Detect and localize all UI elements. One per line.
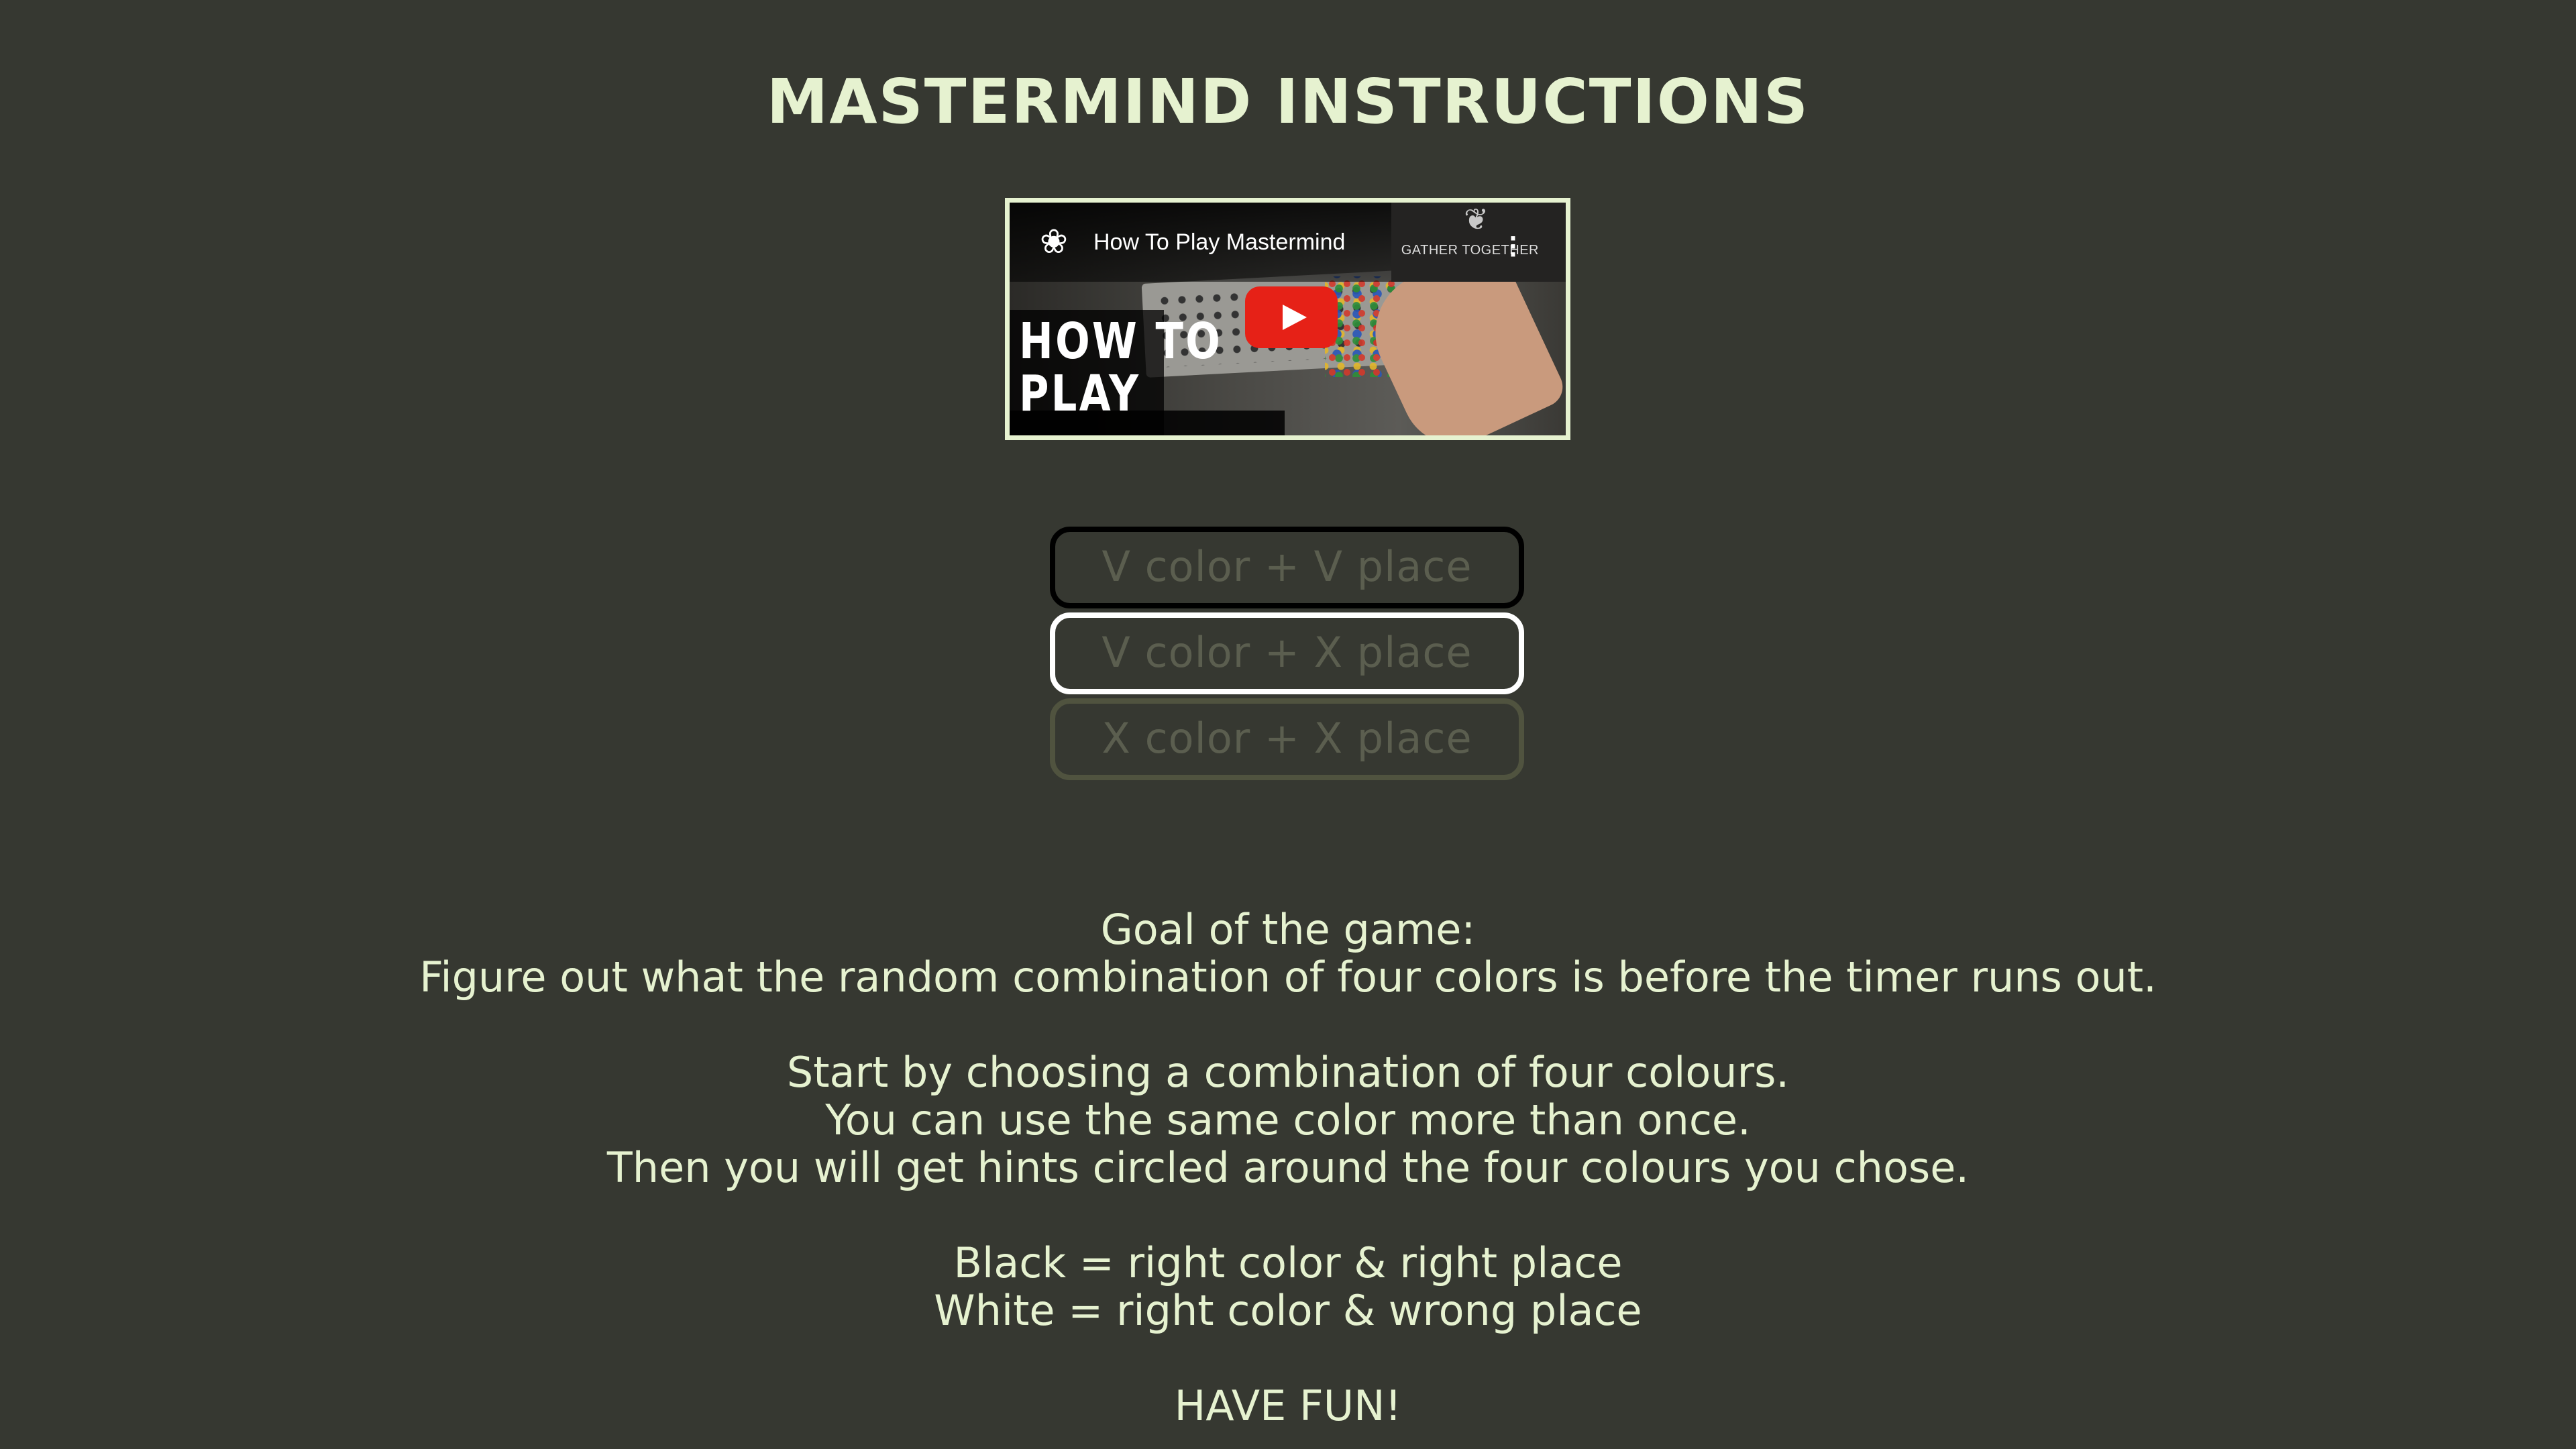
goal-heading: Goal of the game:	[1100, 905, 1476, 954]
goal-text: Figure out what the random combination o…	[419, 953, 2157, 1002]
black-hint: Black = right color & right place	[953, 1238, 1623, 1287]
closing-text: HAVE FUN!	[1174, 1381, 1402, 1430]
feedback-white-right-color-wrong-place: V color + X place	[1050, 612, 1524, 694]
brand-logo-icon: ❦	[1464, 203, 1489, 237]
more-options-icon[interactable]: · · ·	[1509, 227, 1517, 266]
brand-name: GATHER TOGETHER	[1401, 243, 1539, 258]
step-2: You can use the same color more than onc…	[825, 1095, 1751, 1144]
thumbnail-text-line2: PLAY	[1019, 365, 1141, 423]
thumbnail-text-line1: HOW TO	[1019, 313, 1223, 370]
instructions-text: Goal of the game: Figure out what the ra…	[0, 906, 2576, 1430]
video-embed[interactable]: ❀ How To Play Mastermind ❦ GATHER TOGETH…	[1005, 198, 1570, 440]
white-hint: White = right color & wrong place	[934, 1286, 1642, 1335]
feedback-black-right-color-right-place: V color + V place	[1050, 527, 1524, 608]
step-1: Start by choosing a combination of four …	[786, 1048, 1790, 1097]
play-button[interactable]	[1245, 286, 1338, 348]
video-title[interactable]: How To Play Mastermind	[1093, 229, 1345, 256]
step-3: Then you will get hints circled around t…	[606, 1143, 1970, 1192]
channel-logo-icon[interactable]: ❀	[1035, 223, 1073, 260]
thumbnail-headline: HOW TO PLAY	[1019, 315, 1239, 420]
feedback-none-wrong-color: X color + X place	[1050, 698, 1524, 780]
page-title: MASTERMIND INSTRUCTIONS	[766, 65, 1810, 138]
